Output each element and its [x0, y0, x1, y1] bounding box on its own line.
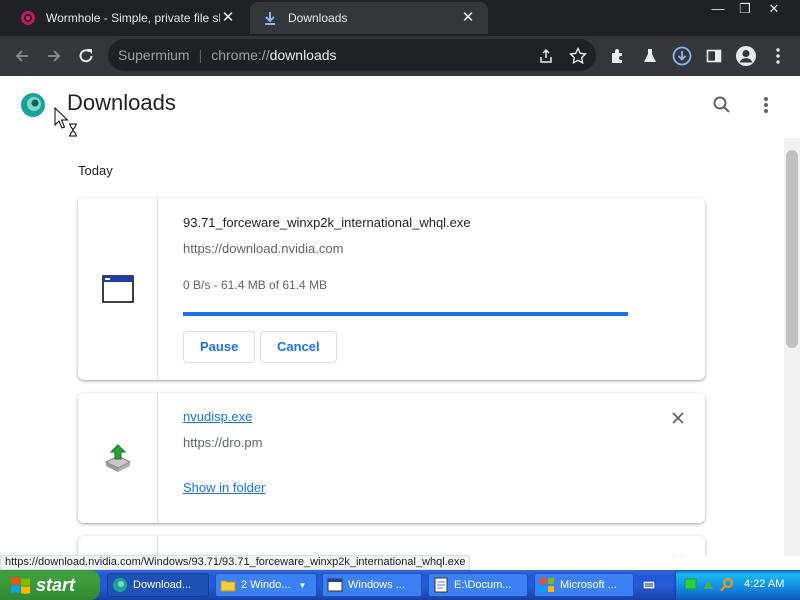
side-panel-icon[interactable] — [702, 44, 726, 68]
start-button[interactable]: start — [0, 570, 100, 600]
supermium-task-icon — [113, 578, 127, 592]
mouse-cursor-busy-icon — [54, 107, 77, 137]
chevron-down-icon: ▼ — [298, 580, 307, 590]
download-filename-link[interactable]: nvudisp.exe — [183, 409, 252, 424]
forward-icon[interactable] — [42, 44, 66, 68]
file-icon-column — [78, 393, 158, 523]
microsoft-app-icon — [540, 578, 554, 592]
omnibox-separator: | — [198, 47, 203, 63]
folder-icon — [220, 580, 236, 592]
download-item — [78, 536, 705, 556]
notepad-icon — [434, 577, 448, 593]
browser-brand-label: Supermium — [118, 47, 190, 63]
safely-remove-icon[interactable] — [702, 578, 715, 591]
taskbar-item-microsoft[interactable]: Microsoft ... — [534, 573, 634, 597]
progress-fill — [183, 312, 628, 316]
download-favicon-icon — [265, 12, 275, 25]
taskbar-item-windows[interactable]: Windows ... — [322, 573, 422, 597]
tab-close-icon[interactable]: ✕ — [460, 10, 476, 26]
downloads-toolbar-icon[interactable] — [670, 44, 694, 68]
toolbar: Supermium | chrome:// downloads — [0, 36, 800, 76]
system-tray: 4:22 AM — [675, 570, 800, 600]
search-tray-icon[interactable] — [720, 577, 734, 592]
download-progress-bar — [183, 312, 628, 316]
tab-downloads[interactable]: Downloads ✕ — [250, 2, 488, 34]
share-icon[interactable] — [534, 44, 558, 68]
tab-title: Wormhole - Simple, private file sharing — [46, 11, 220, 25]
more-actions-icon[interactable] — [756, 94, 776, 116]
download-source-url: https://dro.pm — [183, 435, 263, 450]
page-title: Downloads — [67, 90, 176, 115]
browser-menu-icon[interactable] — [766, 44, 790, 68]
file-icon-column — [78, 536, 158, 556]
download-filename: 93.71_forceware_winxp2k_international_wh… — [183, 215, 471, 230]
download-status: 0 B/s - 61.4 MB of 61.4 MB — [183, 278, 328, 292]
task-label: Windows ... — [348, 579, 405, 591]
restore-icon[interactable]: ❐ — [731, 0, 759, 18]
task-label: Microsoft ... — [560, 579, 617, 591]
file-icon-column — [78, 198, 158, 380]
downloads-page: Downloads Today 93.71_forceware_winxp2k_… — [0, 76, 800, 556]
supermium-logo-icon — [21, 93, 45, 117]
date-heading: Today — [78, 163, 113, 178]
tab-wormhole[interactable]: Wormhole - Simple, private file sharing … — [8, 2, 248, 34]
url-host: downloads — [269, 47, 337, 63]
pause-button[interactable]: Pause — [183, 331, 256, 363]
link-status-bubble: https://download.nvidia.com/Windows/93.7… — [0, 555, 471, 570]
back-icon[interactable] — [10, 44, 34, 68]
remove-from-list-icon[interactable] — [670, 410, 686, 426]
download-source-url: https://download.nvidia.com — [183, 241, 344, 256]
address-bar[interactable]: Supermium | chrome:// downloads — [108, 39, 596, 71]
taskbar-item-documents[interactable]: E:\Docum... — [428, 573, 528, 597]
application-window-icon — [102, 275, 134, 303]
search-icon[interactable] — [711, 94, 733, 116]
extensions-icon[interactable] — [606, 44, 630, 68]
labs-flask-icon[interactable] — [638, 44, 662, 68]
task-label: 2 Windo... — [241, 579, 291, 591]
window-app-icon — [327, 578, 343, 592]
show-in-folder-link[interactable]: Show in folder — [183, 480, 265, 495]
network-icon[interactable] — [684, 578, 697, 591]
minimize-icon[interactable]: — — [704, 0, 732, 18]
keyboard-layout-icon[interactable] — [642, 578, 656, 592]
start-label: start — [36, 574, 76, 595]
reload-icon[interactable] — [74, 44, 98, 68]
scrollbar-thumb[interactable] — [786, 150, 798, 348]
installer-icon — [104, 444, 132, 472]
windows-flag-icon — [11, 577, 30, 594]
tab-strip: Wormhole - Simple, private file sharing … — [0, 0, 800, 36]
download-item: 93.71_forceware_winxp2k_international_wh… — [78, 198, 705, 380]
close-window-icon[interactable]: ✕ — [760, 0, 788, 18]
tab-close-icon[interactable]: ✕ — [220, 10, 236, 26]
taskbar-item-downloads[interactable]: Download... — [107, 573, 209, 597]
url-scheme: chrome:// — [211, 47, 270, 63]
download-item: nvudisp.exe https://dro.pm Show in folde… — [78, 393, 705, 523]
remove-from-list-icon[interactable] — [670, 553, 686, 556]
tab-title: Downloads — [288, 11, 348, 25]
task-label: Download... — [133, 579, 192, 591]
profile-avatar-icon[interactable] — [734, 44, 758, 68]
cancel-button[interactable]: Cancel — [260, 331, 337, 363]
taskbar-item-windows-group[interactable]: 2 Windo... ▼ — [215, 573, 317, 597]
taskbar: start Download... 2 Windo... ▼ Windows .… — [0, 570, 800, 600]
task-label: E:\Docum... — [454, 579, 512, 591]
bookmark-star-icon[interactable] — [566, 44, 590, 68]
clock: 4:22 AM — [744, 578, 785, 590]
wormhole-favicon-icon — [21, 11, 35, 25]
